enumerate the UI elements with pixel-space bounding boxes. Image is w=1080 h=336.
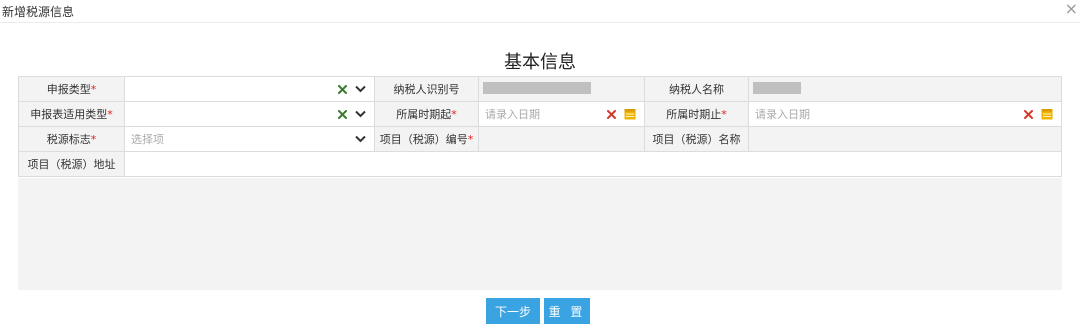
chevron-down-icon[interactable] [355,135,366,143]
required-mark: * [721,107,727,121]
taxpayer-name-value [748,77,1062,101]
close-icon[interactable]: × [1065,0,1078,18]
redacted-block [483,82,591,94]
chevron-down-icon[interactable] [355,110,366,118]
period-start-input[interactable]: 请录入日期 [478,102,644,126]
project-name-value [748,127,1062,151]
form-type-label: 申报表适用类型 * [18,102,124,126]
clear-icon[interactable] [338,84,347,94]
project-address-input[interactable] [124,152,1062,176]
dialog-title: 新增税源信息 [2,5,75,19]
required-mark: * [451,107,457,121]
period-end-placeholder: 请录入日期 [755,108,810,121]
tax-flag-select[interactable]: 选择项 [124,127,374,151]
button-bar: 下一步 重 置 [0,298,1080,324]
period-end-input[interactable]: 请录入日期 [748,102,1062,126]
period-start-label: 所属时期起 * [374,102,478,126]
required-mark: * [467,132,474,146]
next-step-button[interactable]: 下一步 [486,298,540,324]
project-no-value [478,127,644,151]
period-start-placeholder: 请录入日期 [485,108,540,121]
required-mark: * [90,82,97,96]
required-mark: * [90,132,97,146]
tax-flag-label: 税源标志 * [18,127,124,151]
clear-icon[interactable] [607,109,616,119]
declare-type-label: 申报类型 * [18,77,124,101]
tax-flag-placeholder: 选择项 [131,133,164,146]
form-row-1: 申报类型 * 纳税人识别号 纳税人名称 [18,77,1062,102]
form-row-3: 税源标志 * 选择项 项目（税源）编号 * 项目（税源）名称 [18,127,1062,152]
titlebar-divider [0,22,1080,23]
project-name-label: 项目（税源）名称 [644,127,748,151]
taxpayer-id-value [478,77,644,101]
dialog-titlebar: 新增税源信息 × [0,0,1080,23]
calendar-icon[interactable] [1041,108,1053,120]
taxpayer-id-label: 纳税人识别号 [374,77,478,101]
basic-info-form: 申报类型 * 纳税人识别号 纳税人名称 申报表适用类型 * 所属时期起 * 请录… [18,76,1062,177]
section-title: 基本信息 [504,52,576,73]
period-end-label: 所属时期止 * [644,102,748,126]
reset-button[interactable]: 重 置 [544,298,590,324]
project-no-label: 项目（税源）编号 * [374,127,478,151]
calendar-icon[interactable] [624,108,636,120]
detail-panel [18,178,1062,290]
chevron-down-icon[interactable] [355,85,366,93]
form-row-4: 项目（税源）地址 [18,152,1062,177]
form-type-select[interactable] [124,102,374,126]
redacted-block [753,82,801,94]
clear-icon[interactable] [338,109,347,119]
required-mark: * [107,107,113,121]
clear-icon[interactable] [1024,109,1033,119]
form-row-2: 申报表适用类型 * 所属时期起 * 请录入日期 所属时期止 * 请录入日期 [18,102,1062,127]
declare-type-select[interactable] [124,77,374,101]
taxpayer-name-label: 纳税人名称 [644,77,748,101]
project-address-label: 项目（税源）地址 [18,152,124,176]
